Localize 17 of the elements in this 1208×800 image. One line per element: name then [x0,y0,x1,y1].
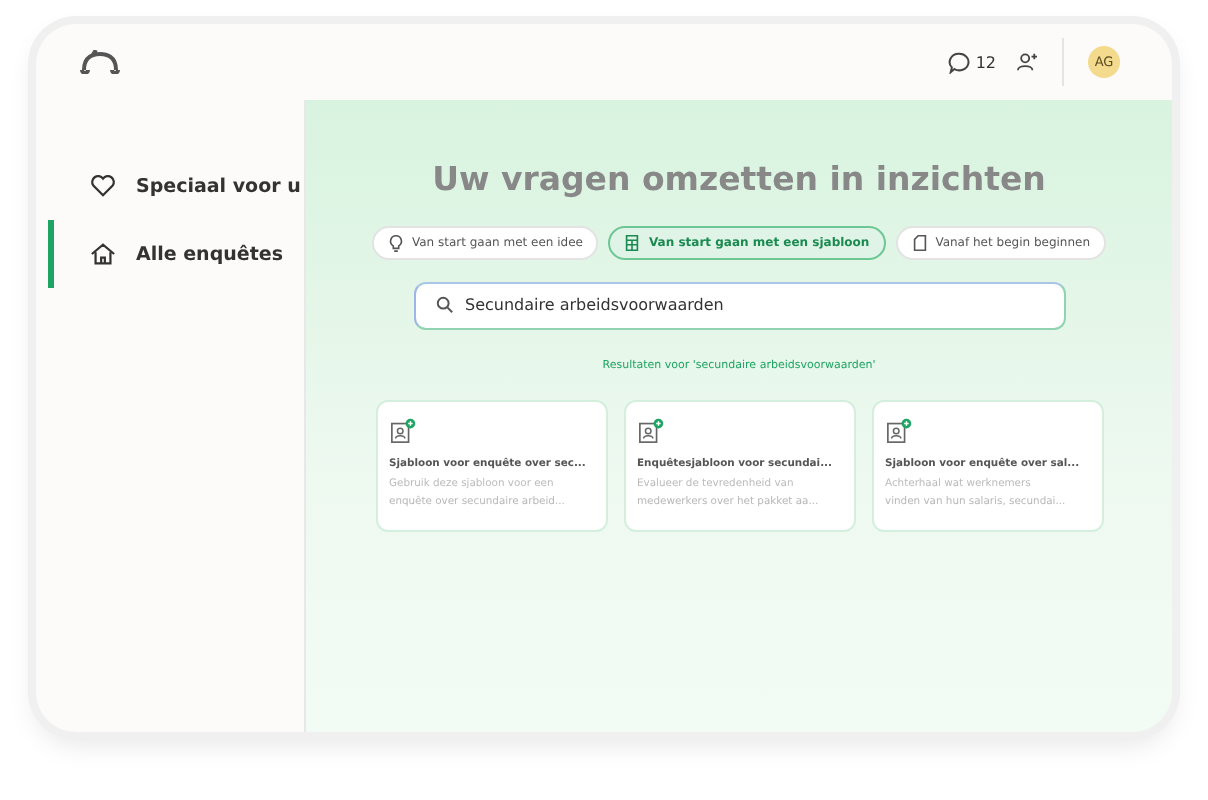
document-icon [911,234,928,252]
lightbulb-icon [387,234,404,252]
speech-bubble-icon [947,51,970,73]
home-icon [90,242,116,266]
template-icon [637,418,663,444]
sidebar-item[interactable]: Speciaal voor u [48,152,304,220]
search-icon [435,295,453,313]
logo-icon [80,50,120,74]
messages-count: 12 [975,53,996,71]
search-field[interactable]: Secundaire arbeidsvoorwaarden [413,281,1065,329]
add-user-icon[interactable] [1016,52,1038,72]
template-icon [389,418,415,444]
heart-icon [90,174,116,198]
messages-button[interactable]: 12 [947,51,996,73]
page-title: Uw vragen omzetten in inzichten [432,160,1046,198]
table-icon [624,234,641,252]
template-icon [885,418,911,444]
